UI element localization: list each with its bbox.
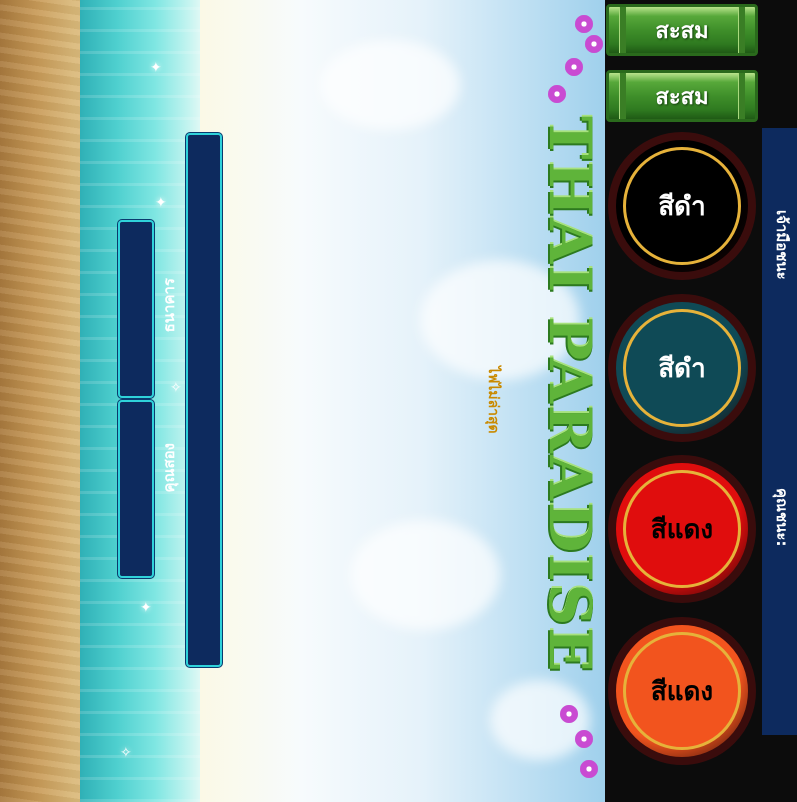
bet-orange-red-button[interactable]: สีแดง <box>608 617 756 765</box>
player-label: คุณสอง <box>160 443 178 493</box>
cloud <box>350 520 500 630</box>
orchid-icon <box>575 730 593 748</box>
bank-label: ธนาคาร <box>160 278 178 333</box>
accumulate-button-2[interactable]: สะสม <box>606 70 758 122</box>
bet-label: สีแดง <box>650 514 714 545</box>
bet-label: สีแดง <box>650 676 714 707</box>
sparkle-icon: ✦ <box>140 600 152 616</box>
sparkle-icon: ✦ <box>150 60 162 76</box>
orchid-icon <box>575 15 593 33</box>
player-panel <box>118 400 154 578</box>
orchid-icon <box>565 58 583 76</box>
marquee-text: ไฟไม่ล่าสุด <box>485 366 501 434</box>
bank-panel <box>118 220 154 398</box>
bet-black-teal-button[interactable]: สีดำ <box>608 294 756 442</box>
orchid-icon <box>548 85 566 103</box>
bet-label: สีดำ <box>658 191 706 222</box>
game-title-logo: THAI PARADISE <box>536 116 604 674</box>
dealer-win-label: เจ้ามือชนะ <box>773 210 791 280</box>
orchid-icon <box>580 760 598 778</box>
balance-display <box>186 133 222 667</box>
bet-black-button[interactable]: สีดำ <box>608 132 756 280</box>
bet-red-button[interactable]: สีแดง <box>608 455 756 603</box>
bet-label: สีดำ <box>658 353 706 384</box>
sparkle-icon: ✧ <box>120 745 132 761</box>
accumulate-button[interactable]: สะสม <box>606 4 758 56</box>
orchid-icon <box>560 705 578 723</box>
cloud <box>320 40 460 130</box>
accumulate-button-label: สะสม <box>655 18 709 44</box>
sparkle-icon: ✧ <box>170 380 182 396</box>
orchid-icon <box>585 35 603 53</box>
you-win-label: คุณชนะ: <box>773 488 791 547</box>
sparkle-icon: ✦ <box>155 195 167 211</box>
accumulate-button-label: สะสม <box>655 84 709 110</box>
